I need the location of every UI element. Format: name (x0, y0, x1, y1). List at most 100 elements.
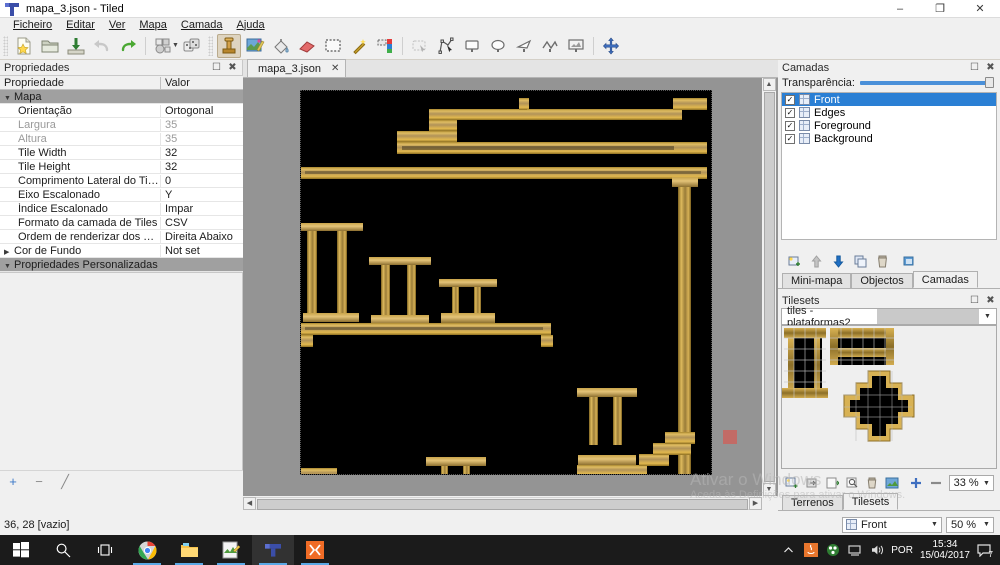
property-value[interactable]: Direita Abaixo (160, 230, 243, 243)
tab-terrenos[interactable]: Terrenos (782, 495, 843, 510)
map-vertical-scrollbar[interactable]: ▲ ▼ (762, 78, 776, 496)
arrow-down-icon[interactable] (830, 253, 846, 269)
tileset-tile-grid[interactable] (781, 325, 997, 469)
arrow-up-icon[interactable] (808, 253, 824, 269)
remove-property-button[interactable]: − (32, 474, 46, 489)
toolbar-grip-2[interactable] (207, 35, 213, 56)
new-tileset-button[interactable] (151, 34, 175, 58)
layer-visibility-checkbox[interactable]: ✓ (785, 133, 795, 144)
explorer-taskbar-button[interactable] (168, 535, 210, 565)
menu-editar[interactable]: Editar (59, 18, 102, 32)
layer-properties-icon[interactable] (900, 253, 916, 269)
property-row-altura[interactable]: Altura 35 (0, 132, 243, 146)
chevron-up-icon[interactable] (781, 543, 796, 558)
edit-tileset-icon[interactable] (844, 475, 859, 491)
close-panel-icon[interactable]: ✖ (226, 61, 239, 74)
trash-can-icon[interactable] (874, 253, 890, 269)
notepad-taskbar-button[interactable] (210, 535, 252, 565)
undo-button[interactable] (90, 34, 114, 58)
scroll-up-icon[interactable]: ▲ (762, 78, 776, 91)
notification-icon[interactable]: 7 (977, 543, 993, 559)
layer-row-background[interactable]: ✓ Background (782, 132, 996, 145)
stamp-brush-tool[interactable] (216, 33, 241, 58)
random-mode-button[interactable] (180, 34, 204, 58)
plus-icon[interactable] (908, 475, 923, 491)
menu-ver[interactable]: Ver (102, 18, 133, 32)
vertical-scroll-thumb[interactable] (763, 92, 775, 482)
task-view-button[interactable] (84, 535, 126, 565)
edit-polygons-tool[interactable] (434, 34, 458, 58)
tab-camadas[interactable]: Camadas (912, 271, 978, 288)
embed-tileset-icon[interactable] (804, 475, 819, 491)
insert-polygon-tool[interactable] (512, 34, 536, 58)
property-value[interactable]: Not set (160, 244, 243, 257)
antivirus-icon[interactable] (825, 543, 840, 558)
insert-polyline-tool[interactable] (538, 34, 562, 58)
add-property-button[interactable]: + (6, 474, 20, 489)
scroll-left-icon[interactable]: ◀ (243, 496, 256, 510)
scroll-down-icon[interactable]: ▼ (762, 483, 776, 496)
tiled-taskbar-button[interactable] (252, 535, 294, 565)
network-icon[interactable] (847, 543, 862, 558)
new-layer-icon[interactable] (786, 253, 802, 269)
minimize-button[interactable]: – (880, 0, 920, 18)
map-canvas-viewport[interactable] (243, 78, 778, 496)
xampp-taskbar-button[interactable] (294, 535, 336, 565)
terrain-brush-tool[interactable] (243, 34, 267, 58)
volume-icon[interactable] (869, 543, 884, 558)
property-value[interactable]: Y (160, 188, 243, 201)
property-row-orientacao[interactable]: Orientação Ortogonal (0, 104, 243, 118)
rename-property-button[interactable]: ╱ (58, 474, 72, 490)
maximize-button[interactable]: ❐ (920, 0, 960, 18)
layer-row-edges[interactable]: ✓ Edges (782, 106, 996, 119)
document-tab-mapa3[interactable]: mapa_3.json ✕ (247, 59, 347, 77)
menu-ficheiro[interactable]: Ficheiro (6, 18, 59, 32)
property-row-hex-side-length[interactable]: Comprimento Lateral do Tile (Hex) 0 (0, 174, 243, 188)
tab-mini-mapa[interactable]: Mini-mapa (782, 273, 852, 288)
close-panel-icon[interactable]: ✖ (984, 61, 997, 74)
opacity-slider[interactable] (859, 77, 994, 88)
tileset-zoom-combo[interactable]: 33 % ▼ (948, 475, 994, 491)
property-row-tile-layer-format[interactable]: Formato da camada de Tiles CSV (0, 216, 243, 230)
property-group-mapa[interactable]: ▼ Mapa (0, 90, 243, 104)
duplicate-layer-icon[interactable] (852, 253, 868, 269)
vertical-scroll-track[interactable] (762, 91, 776, 483)
pan-tool[interactable] (599, 34, 623, 58)
java-icon[interactable] (803, 543, 818, 558)
property-row-tile-height[interactable]: Tile Height 32 (0, 160, 243, 174)
horizontal-scroll-track[interactable] (256, 496, 749, 510)
property-row-tile-render-order[interactable]: Ordem de renderizar dos Tiles Direita Ab… (0, 230, 243, 244)
trash-can-icon[interactable] (864, 475, 879, 491)
minus-icon[interactable] (929, 475, 944, 491)
select-object-tool[interactable] (408, 34, 432, 58)
insert-tile-tool[interactable] (564, 34, 588, 58)
magic-wand-tool[interactable] (347, 34, 371, 58)
layer-visibility-checkbox[interactable]: ✓ (785, 94, 795, 105)
open-file-button[interactable] (38, 34, 62, 58)
chevron-down-icon[interactable]: ▼ (980, 480, 993, 487)
chevron-down-icon[interactable]: ▼ (928, 521, 941, 528)
float-window-icon[interactable]: ☐ (968, 61, 981, 74)
rectangular-select-tool[interactable] (321, 34, 345, 58)
property-value[interactable]: 0 (160, 174, 243, 187)
scroll-right-icon[interactable]: ▶ (749, 496, 762, 510)
tab-tilesets[interactable]: Tilesets (842, 493, 899, 510)
property-value[interactable]: 32 (160, 146, 243, 159)
property-row-stagger-index[interactable]: Índice Escalonado Impar (0, 202, 243, 216)
layer-row-front[interactable]: ✓ Front (782, 93, 996, 106)
new-file-button[interactable] (12, 34, 36, 58)
start-button[interactable] (0, 535, 42, 565)
property-value[interactable]: CSV (160, 216, 243, 229)
chevron-down-icon[interactable]: ▼ (980, 521, 993, 528)
tileset-image-icon[interactable] (884, 475, 899, 491)
save-file-button[interactable] (64, 34, 88, 58)
property-row-tile-width[interactable]: Tile Width 32 (0, 146, 243, 160)
chrome-taskbar-button[interactable] (126, 535, 168, 565)
property-group-custom[interactable]: ▼ Propriedades Personalizadas (0, 258, 243, 272)
map-zoom-combo[interactable]: 50 % ▼ (946, 516, 994, 533)
property-value[interactable]: Impar (160, 202, 243, 215)
redo-button[interactable] (116, 34, 140, 58)
close-tab-icon[interactable]: ✕ (331, 63, 339, 74)
fill-tool[interactable] (269, 34, 293, 58)
language-indicator[interactable]: POR (891, 545, 913, 556)
